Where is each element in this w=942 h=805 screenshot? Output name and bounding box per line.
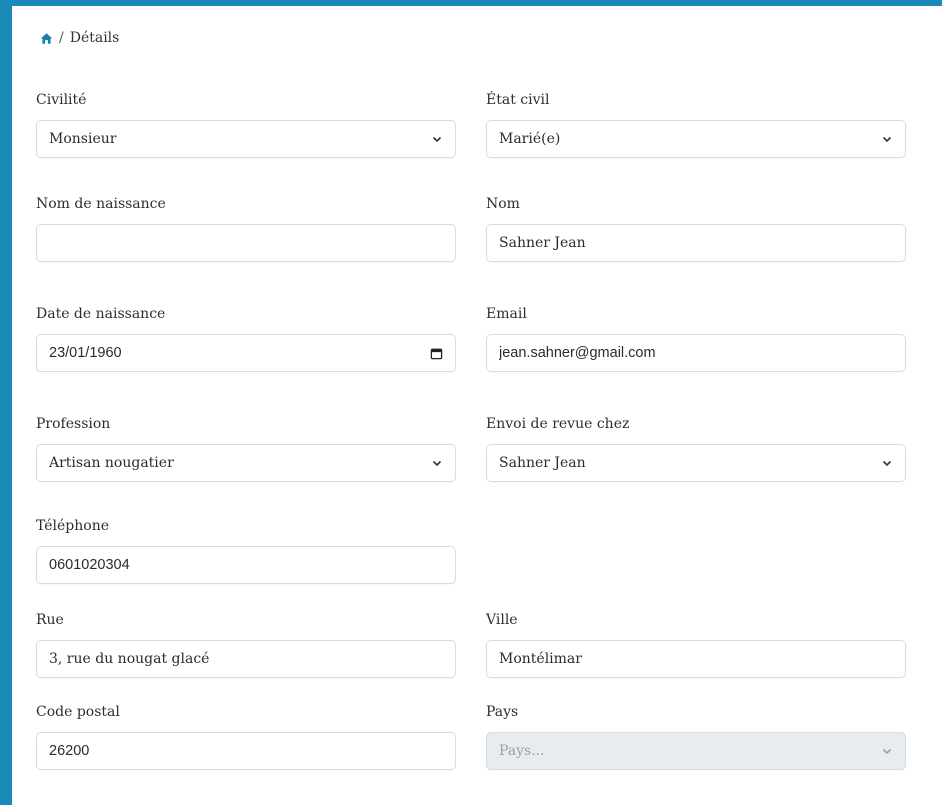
profession-label: Profession [36, 416, 111, 432]
date-naissance-label: Date de naissance [36, 306, 166, 322]
email-input[interactable]: jean.sahner@gmail.com [486, 334, 906, 372]
email-value: jean.sahner@gmail.com [499, 345, 656, 361]
etat-civil-value: Marié(e) [499, 131, 561, 147]
chevron-down-icon [882, 136, 892, 143]
envoi-revue-select[interactable]: Sahner Jean [486, 444, 906, 482]
email-label: Email [486, 306, 527, 322]
civilite-label: Civilité [36, 92, 87, 108]
nom-naissance-label: Nom de naissance [36, 196, 166, 212]
envoi-revue-value: Sahner Jean [499, 455, 586, 471]
etat-civil-select[interactable]: Marié(e) [486, 120, 906, 158]
code-postal-value: 26200 [49, 743, 90, 759]
pays-select[interactable]: Pays... [486, 732, 906, 770]
envoi-revue-label: Envoi de revue chez [486, 416, 630, 432]
telephone-value: 0601020304 [49, 557, 130, 573]
pays-placeholder: Pays... [499, 743, 545, 759]
rue-value: 3, rue du nougat glacé [49, 651, 210, 667]
nom-naissance-input[interactable] [36, 224, 456, 262]
profession-value: Artisan nougatier [49, 455, 174, 471]
chevron-down-icon [432, 460, 442, 467]
ville-value: Montélimar [499, 651, 582, 667]
date-naissance-value: 23/01/1960 [49, 345, 122, 361]
etat-civil-label: État civil [486, 92, 550, 108]
chevron-down-icon [882, 460, 892, 467]
chevron-down-icon [432, 136, 442, 143]
civilite-value: Monsieur [49, 131, 117, 147]
date-naissance-input[interactable]: 23/01/1960 [36, 334, 456, 372]
telephone-label: Téléphone [36, 518, 110, 534]
breadcrumb-current: Détails [69, 30, 120, 46]
ville-label: Ville [486, 612, 518, 628]
code-postal-label: Code postal [36, 704, 120, 720]
rue-label: Rue [36, 612, 64, 628]
chevron-down-icon [882, 748, 892, 755]
breadcrumb-separator: / [59, 30, 64, 46]
details-panel: / Détails Civilité Monsieur État civil M… [12, 6, 942, 805]
telephone-input[interactable]: 0601020304 [36, 546, 456, 584]
civilite-select[interactable]: Monsieur [36, 120, 456, 158]
nom-input[interactable]: Sahner Jean [486, 224, 906, 262]
nom-value: Sahner Jean [499, 235, 586, 251]
breadcrumb: / Détails [40, 30, 119, 46]
rue-input[interactable]: 3, rue du nougat glacé [36, 640, 456, 678]
profession-select[interactable]: Artisan nougatier [36, 444, 456, 482]
calendar-icon[interactable] [430, 347, 443, 360]
home-icon[interactable] [40, 32, 53, 45]
nom-label: Nom [486, 196, 520, 212]
code-postal-input[interactable]: 26200 [36, 732, 456, 770]
pays-label: Pays [486, 704, 519, 720]
ville-input[interactable]: Montélimar [486, 640, 906, 678]
